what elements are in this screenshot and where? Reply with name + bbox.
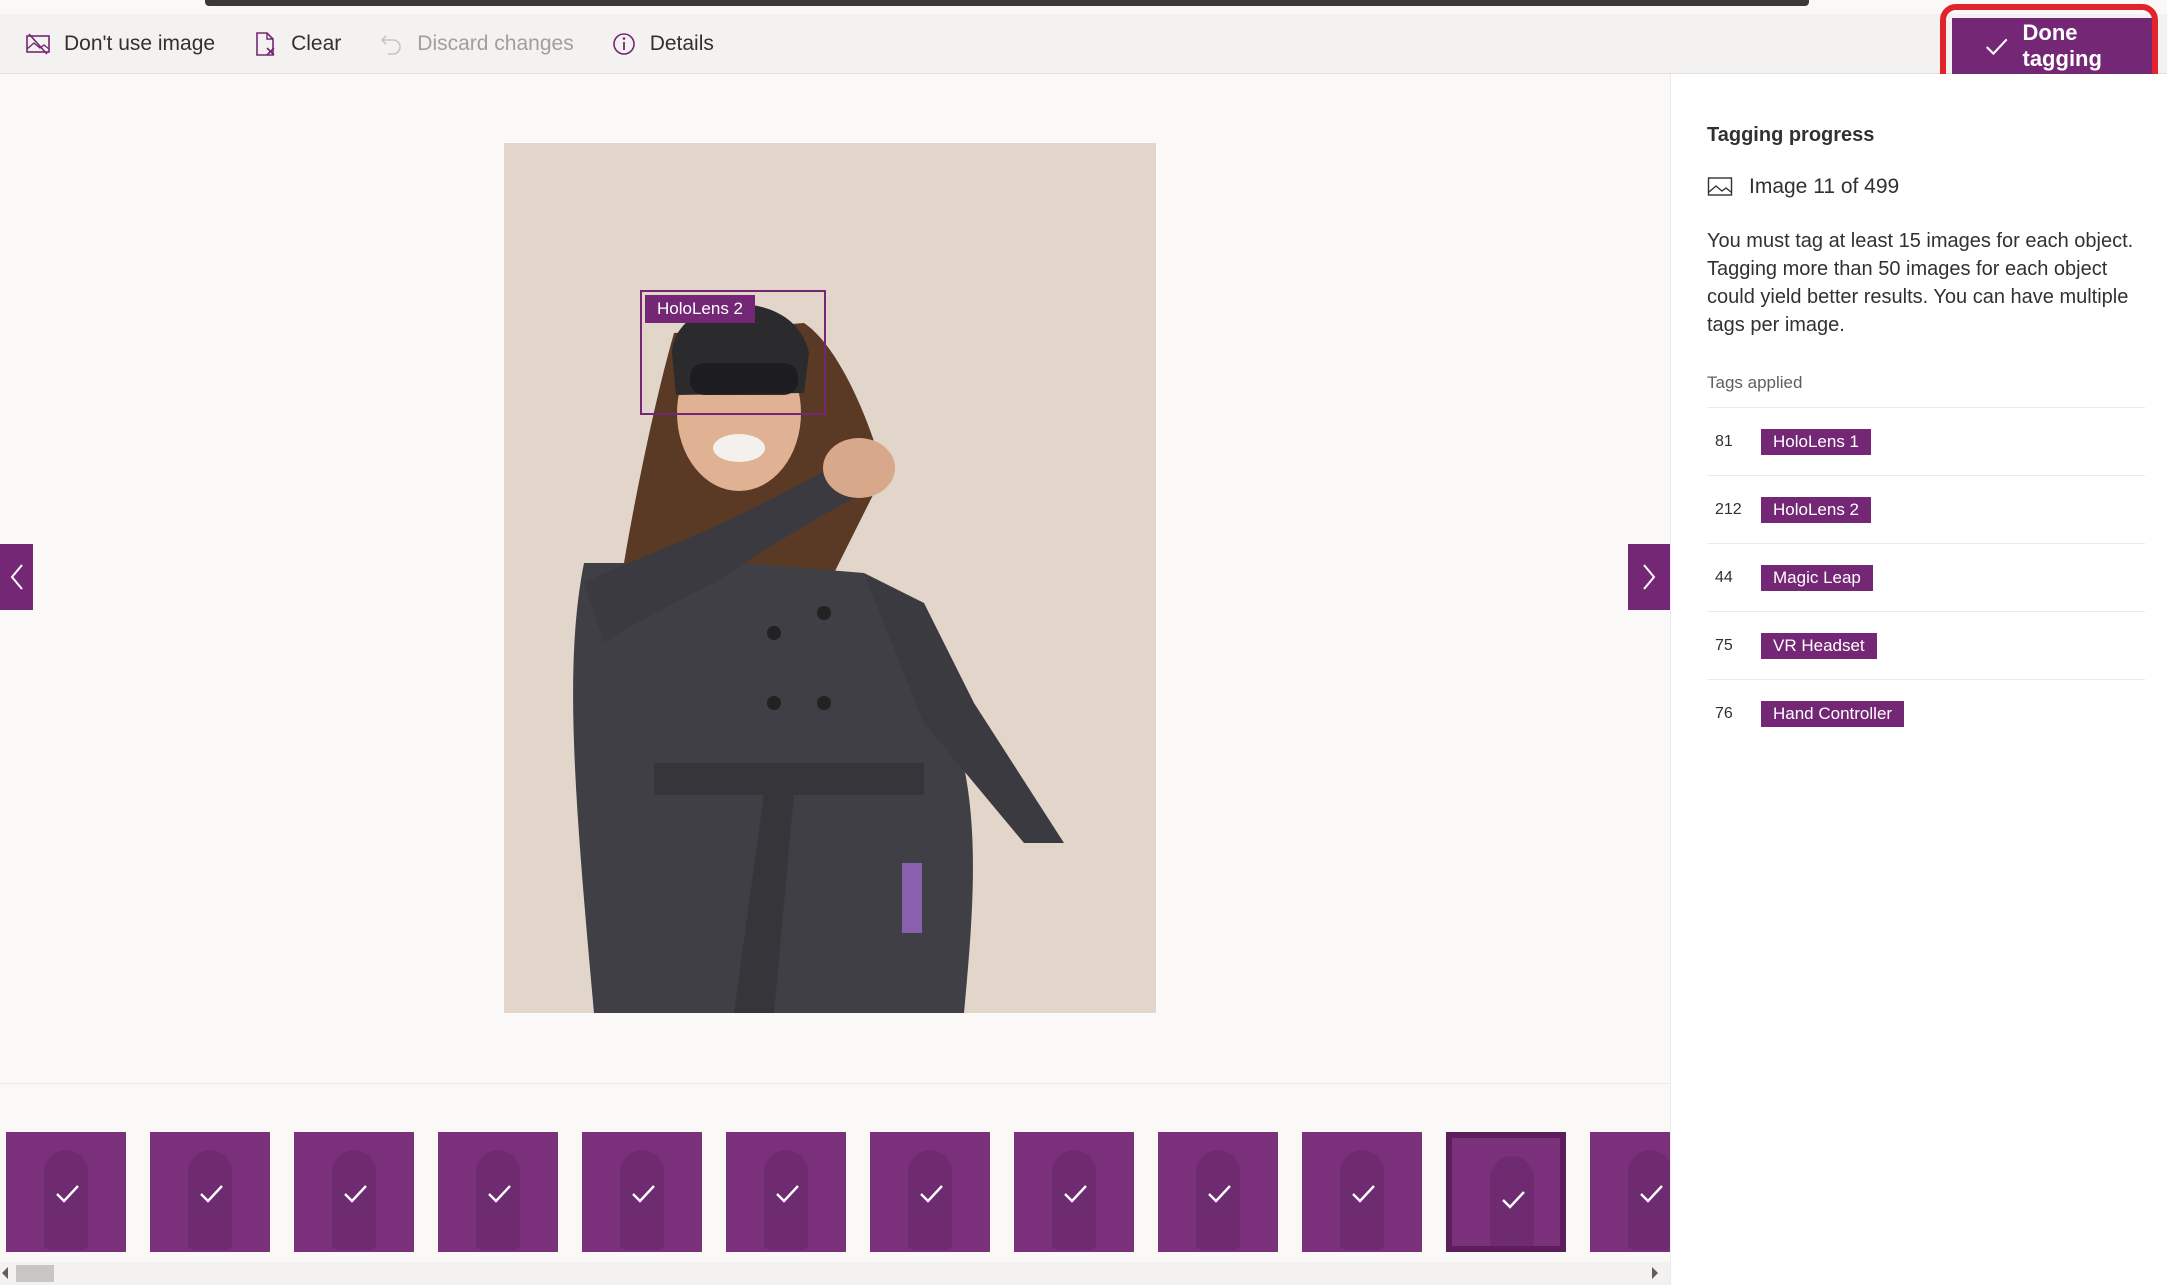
checkmark-icon — [1640, 1185, 1663, 1203]
scroll-left-icon[interactable] — [2, 1267, 8, 1279]
thumbnail[interactable] — [1590, 1132, 1670, 1252]
tag-pill[interactable]: Magic Leap — [1761, 564, 1873, 591]
details-label: Details — [649, 31, 714, 55]
thumbnail[interactable] — [1302, 1132, 1422, 1252]
tag-count: 76 — [1715, 704, 1733, 722]
thumbnail[interactable] — [294, 1132, 414, 1252]
thumbnail[interactable] — [1446, 1132, 1566, 1252]
thumbnail[interactable] — [582, 1132, 702, 1252]
thumbnail[interactable] — [870, 1132, 990, 1252]
thumbnail[interactable] — [150, 1132, 270, 1252]
tag-row: 44 Magic Leap — [1707, 543, 2145, 611]
thumbnail[interactable] — [6, 1132, 126, 1252]
dont-use-image-button[interactable]: Don't use image — [0, 14, 227, 74]
clear-document-icon — [256, 31, 275, 56]
checkmark-icon — [488, 1185, 511, 1203]
tag-count: 81 — [1715, 432, 1733, 450]
checkmark-icon — [200, 1185, 223, 1203]
progress-text: Image 11 of 499 — [1749, 175, 1900, 198]
tag-pill[interactable]: HoloLens 1 — [1761, 428, 1872, 455]
tagging-sidebar: Tagging progress Image 11 of 499 You mus… — [1670, 74, 2167, 1285]
thumbnail[interactable] — [438, 1132, 558, 1252]
details-button[interactable]: Details — [586, 14, 726, 74]
window-top-strip — [0, 0, 2167, 14]
tag-pill[interactable]: Hand Controller — [1761, 700, 1905, 727]
checkmark-icon — [776, 1185, 799, 1203]
tag-pill[interactable]: VR Headset — [1761, 632, 1877, 659]
canvas-divider — [0, 1083, 1670, 1084]
tag-pill[interactable]: HoloLens 2 — [1761, 496, 1872, 523]
tag-row: 81 HoloLens 1 — [1707, 407, 2145, 475]
tagging-help-text: You must tag at least 15 images for each… — [1707, 230, 2134, 336]
done-tagging-button[interactable]: Done tagging — [1952, 18, 2156, 74]
toolbar: Don't use image Clear Discard changes De… — [0, 14, 2167, 74]
done-tagging-label: Done tagging — [2022, 20, 2102, 71]
tag-row: 76 Hand Controller — [1707, 679, 2145, 747]
thumbnail[interactable] — [726, 1132, 846, 1252]
thumbnail-strip — [0, 1128, 1670, 1252]
tags-applied-title: Tags applied — [1707, 373, 1803, 392]
discard-changes-button[interactable]: Discard changes — [353, 14, 585, 74]
thumbnail-scrollbar[interactable] — [0, 1262, 1670, 1285]
dont-use-image-label: Don't use image — [64, 31, 216, 55]
bounding-box-tag-label[interactable]: HoloLens 2 — [645, 295, 756, 323]
scroll-right-icon[interactable] — [1652, 1267, 1658, 1279]
tag-count: 75 — [1715, 636, 1733, 654]
chevron-left-icon — [10, 564, 23, 590]
image-off-icon — [26, 32, 50, 55]
image-icon — [1707, 177, 1733, 196]
progress-row: Image 11 of 499 — [1707, 175, 2145, 199]
checkmark-icon — [920, 1185, 943, 1203]
tagging-progress-title: Tagging progress — [1707, 124, 1875, 146]
person-illustration — [504, 143, 1156, 1013]
chevron-right-icon — [1643, 564, 1656, 590]
undo-icon — [381, 34, 402, 55]
thumbnail[interactable] — [1158, 1132, 1278, 1252]
scrollbar-thumb[interactable] — [16, 1265, 54, 1282]
clear-button[interactable]: Clear — [227, 14, 353, 74]
checkmark-icon — [1352, 1185, 1375, 1203]
checkmark-icon — [1986, 38, 2008, 56]
checkmark-icon — [56, 1185, 79, 1203]
tag-count: 212 — [1715, 500, 1742, 518]
thumbnail[interactable] — [1014, 1132, 1134, 1252]
tags-list: 81 HoloLens 1 212 HoloLens 2 44 Magic Leap 75 V… — [1707, 407, 2145, 747]
checkmark-icon — [1208, 1185, 1231, 1203]
info-icon — [612, 32, 635, 55]
tag-row: 212 HoloLens 2 — [1707, 475, 2145, 543]
checkmark-icon — [1502, 1191, 1525, 1209]
checkmark-icon — [344, 1185, 367, 1203]
tagged-image[interactable] — [504, 143, 1156, 1013]
window-top-bar — [205, 0, 1809, 6]
checkmark-icon — [1064, 1185, 1087, 1203]
tag-row: 75 VR Headset — [1707, 611, 2145, 679]
discard-changes-label: Discard changes — [417, 31, 574, 55]
previous-image-button[interactable] — [0, 544, 33, 610]
next-image-button[interactable] — [1628, 544, 1670, 610]
clear-label: Clear — [291, 31, 342, 55]
checkmark-icon — [632, 1185, 655, 1203]
tag-count: 44 — [1715, 568, 1733, 586]
